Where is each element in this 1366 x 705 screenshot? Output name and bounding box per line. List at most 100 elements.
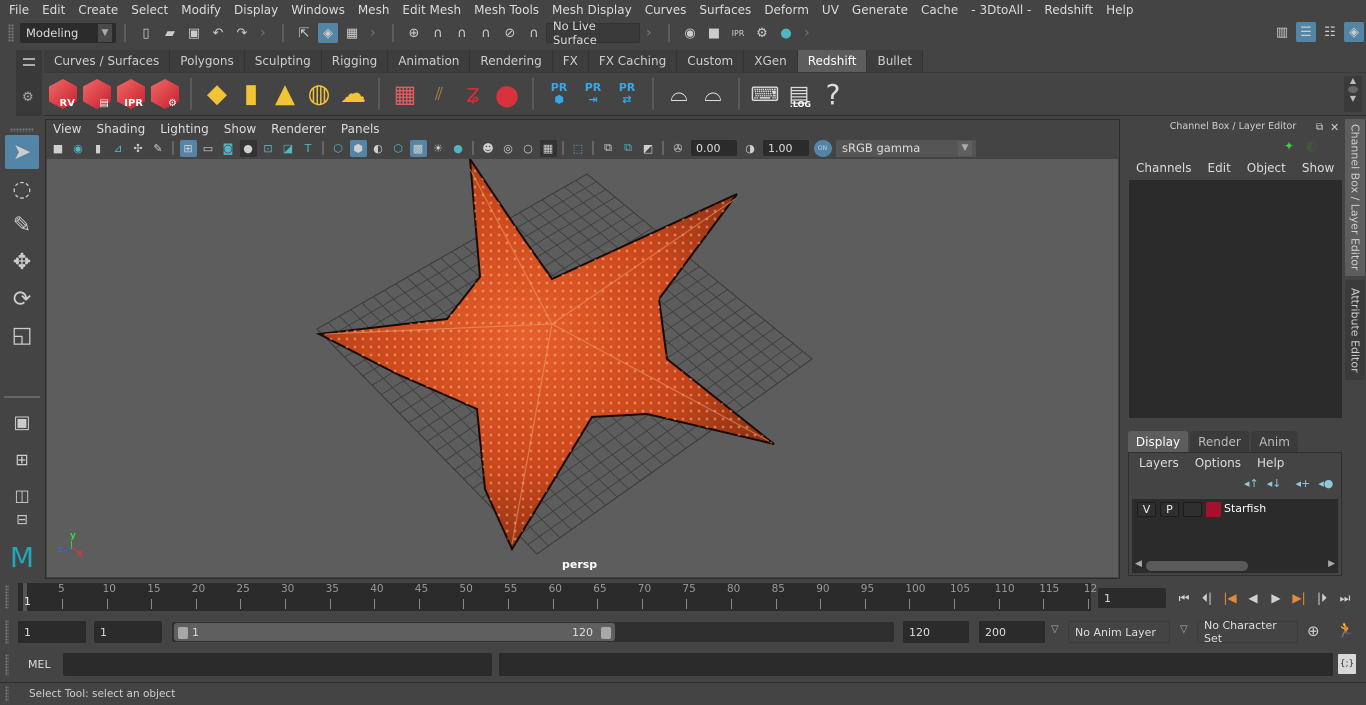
open-scene-icon[interactable]: ▰: [160, 23, 180, 43]
gamma-field[interactable]: 1.00: [763, 140, 809, 156]
render-frame-icon[interactable]: ■: [704, 23, 724, 43]
shelf-settings-icon[interactable]: ⚙: [22, 90, 34, 105]
menu-curves[interactable]: Curves: [640, 3, 695, 17]
anti-aliasing-icon[interactable]: ○: [520, 140, 537, 157]
side-tab-channel-box[interactable]: Channel Box / Layer Editor: [1345, 119, 1365, 276]
layer-horizontal-scrollbar[interactable]: ◀ ▶: [1132, 559, 1338, 573]
menu-help[interactable]: Help: [1101, 3, 1141, 17]
xray-active-icon[interactable]: ⧉: [620, 140, 637, 157]
close-panel-icon[interactable]: ✕: [1330, 121, 1339, 134]
cb-menu-channels[interactable]: Channels: [1136, 161, 1192, 175]
redshift-pr-export-button[interactable]: PR ⬢: [543, 76, 575, 112]
attribute-editor-toggle-icon[interactable]: ☰: [1296, 22, 1316, 42]
step-forward-key-icon[interactable]: ▶|: [1289, 588, 1309, 608]
shelf-tab-redshift[interactable]: Redshift: [797, 50, 868, 72]
playback-end-field[interactable]: 120: [903, 621, 969, 643]
xray-joints-icon[interactable]: ◩: [640, 140, 657, 157]
select-hierarchy-icon[interactable]: ⇱: [294, 23, 314, 43]
menu-mesh-tools[interactable]: Mesh Tools: [469, 3, 547, 17]
menu-cache[interactable]: Cache: [916, 3, 966, 17]
redshift-render-sequence-button[interactable]: ▤: [81, 76, 113, 112]
menu-mesh-display[interactable]: Mesh Display: [547, 3, 640, 17]
redo-icon[interactable]: ↷: [232, 23, 252, 43]
lasso-tool-icon[interactable]: ◌: [5, 172, 39, 206]
cb-menu-show[interactable]: Show: [1302, 161, 1334, 175]
collapse-icon[interactable]: ›: [260, 24, 268, 42]
layer-row[interactable]: V P Starfish: [1132, 499, 1338, 519]
range-start-handle[interactable]: [178, 627, 188, 639]
script-editor-button[interactable]: {;}: [1338, 654, 1356, 674]
menu-edit-mesh[interactable]: Edit Mesh: [397, 3, 469, 17]
menu-surfaces[interactable]: Surfaces: [694, 3, 759, 17]
script-language-toggle[interactable]: MEL: [28, 658, 51, 671]
redshift-material-ball-icon[interactable]: ●: [491, 76, 523, 112]
collapse-icon[interactable]: ›: [370, 24, 378, 42]
field-chart-icon[interactable]: ⊡: [260, 140, 277, 157]
redshift-area-light-icon[interactable]: ◆: [201, 76, 233, 112]
snap-surface-icon[interactable]: ⊘: [500, 23, 520, 43]
undo-icon[interactable]: ↶: [208, 23, 228, 43]
menu-select[interactable]: Select: [126, 3, 176, 17]
layer-visibility-toggle[interactable]: V: [1137, 502, 1156, 517]
shelf-tab-animation[interactable]: Animation: [388, 50, 471, 72]
current-time-field[interactable]: 1: [1098, 588, 1166, 608]
side-tab-attribute-editor[interactable]: Attribute Editor: [1345, 280, 1365, 380]
redshift-pr-convert-button[interactable]: PR ⇄: [611, 76, 643, 112]
redshift-volume-icon[interactable]: ʑ: [457, 76, 489, 112]
manipulator-icon[interactable]: ✦: [1284, 139, 1294, 153]
shelf-tab-custom[interactable]: Custom: [677, 50, 745, 72]
shelf-menu-icon[interactable]: [23, 58, 35, 66]
image-plane-icon[interactable]: ⊿: [110, 140, 127, 157]
snap-curve-icon[interactable]: ∩: [428, 23, 448, 43]
menu-deform[interactable]: Deform: [759, 3, 817, 17]
layer-color-swatch[interactable]: [1206, 502, 1221, 517]
view-transform-dropdown[interactable]: sRGB gamma ▼: [836, 139, 976, 157]
scrollbar-thumb[interactable]: [1146, 561, 1248, 571]
help-icon[interactable]: ?: [817, 76, 849, 112]
snap-live-icon[interactable]: ∩: [524, 23, 544, 43]
shelf-tab-curves-surfaces[interactable]: Curves / Surfaces: [44, 50, 171, 72]
playback-start-field[interactable]: 1: [94, 621, 162, 643]
status-line-grip[interactable]: [8, 24, 14, 42]
play-forwards-icon[interactable]: ▶: [1266, 588, 1286, 608]
safe-action-icon[interactable]: ◪: [280, 140, 297, 157]
select-object-icon[interactable]: ◈: [318, 23, 338, 43]
log-file-icon[interactable]: ▤ .LOG: [783, 76, 815, 112]
exposure-field[interactable]: 0.00: [691, 140, 737, 156]
depth-of-field-icon[interactable]: ▦: [539, 139, 557, 157]
panel-menu-panels[interactable]: Panels: [341, 122, 388, 136]
range-slider[interactable]: 1 120: [172, 622, 894, 642]
new-layer-from-selected-icon[interactable]: ◂●: [1318, 477, 1333, 490]
gate-mask-icon[interactable]: ●: [239, 139, 257, 157]
animation-end-field[interactable]: 200: [979, 621, 1045, 643]
layer-display-type-toggle[interactable]: [1183, 502, 1202, 517]
animation-start-field[interactable]: 1: [18, 621, 86, 643]
scroll-right-icon[interactable]: ▶: [1328, 559, 1335, 569]
shelf-scrollbar[interactable]: ▲ ▼: [1344, 76, 1362, 112]
shelf-tab-sculpting[interactable]: Sculpting: [244, 50, 322, 72]
shelf-menu-icon[interactable]: [1348, 86, 1358, 93]
layer-menu-options[interactable]: Options: [1195, 456, 1241, 470]
range-slider-bar[interactable]: 1 120: [174, 623, 615, 641]
single-pane-layout-icon[interactable]: ▣: [5, 405, 39, 439]
default-material-icon[interactable]: ◐: [370, 140, 387, 157]
redshift-pr-import-button[interactable]: PR ⇥: [577, 76, 609, 112]
menu-windows[interactable]: Windows: [286, 3, 353, 17]
snap-grid-icon[interactable]: ⊕: [404, 23, 424, 43]
redshift-ipr-button[interactable]: IPR: [115, 76, 147, 112]
screen-space-ao-icon[interactable]: ☻: [480, 140, 497, 157]
motion-blur-icon[interactable]: ◎: [500, 140, 517, 157]
panel-menu-lighting[interactable]: Lighting: [160, 122, 217, 136]
shelf-tab-fx[interactable]: FX: [552, 50, 589, 72]
isolate-select-icon[interactable]: ⬚: [570, 140, 587, 157]
channel-list[interactable]: [1129, 180, 1342, 418]
menu-generate[interactable]: Generate: [847, 3, 916, 17]
save-scene-icon[interactable]: ▣: [184, 23, 204, 43]
layer-menu-help[interactable]: Help: [1257, 456, 1284, 470]
hypershade-icon[interactable]: ●: [776, 23, 796, 43]
select-component-icon[interactable]: ▦: [342, 23, 362, 43]
rotate-tool-icon[interactable]: ⟳: [5, 282, 39, 316]
shelf-tab-fx-caching[interactable]: FX Caching: [588, 50, 678, 72]
anim-layer-dropdown[interactable]: No Anim Layer: [1068, 621, 1170, 643]
shelf-tab-polygons[interactable]: Polygons: [170, 50, 245, 72]
